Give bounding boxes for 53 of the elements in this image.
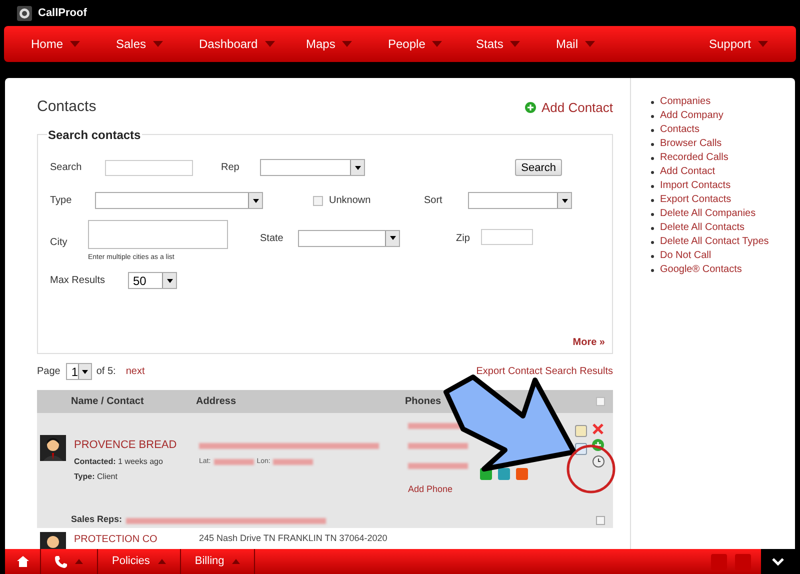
column-header: Name / Contact [71, 394, 145, 408]
field-label: Type [50, 194, 73, 208]
nav-menu[interactable]: Support [708, 35, 768, 53]
nav-menu[interactable]: People [388, 35, 476, 53]
sidebar-link[interactable]: Contacts [660, 123, 770, 137]
sidebar-link[interactable]: Browser Calls [660, 137, 770, 151]
type-text: Type: Client [74, 471, 118, 483]
search-button[interactable]: Search [515, 159, 562, 176]
sidebar-link[interactable]: Delete All Companies [660, 207, 770, 221]
field-label: Zip [456, 232, 471, 246]
nav-menu[interactable]: Home [31, 35, 116, 53]
nav-menu[interactable]: Mail [556, 35, 656, 53]
sidebar-link[interactable]: Google® Contacts [660, 263, 770, 277]
contact-name[interactable]: PROVENCE BREAD [74, 436, 199, 453]
field-label: State [260, 232, 284, 246]
sidebar-link[interactable]: Do Not Call [660, 249, 770, 263]
page-title: Contacts [37, 97, 96, 117]
column-header: Phones [405, 394, 442, 408]
nav-menu[interactable]: Dashboard [199, 35, 306, 53]
nav-menu[interactable]: Maps [306, 35, 388, 53]
footer-menu[interactable]: Billing [180, 549, 256, 574]
field-label: Max Results [50, 274, 106, 288]
dropdown[interactable]: 1 [66, 363, 92, 380]
field-label: Rep [221, 161, 240, 175]
field-label: Unknown [329, 194, 372, 208]
app-name: CallProof [38, 6, 87, 21]
sidebar-link[interactable]: Add Company [660, 109, 770, 123]
export-link[interactable]: Export Contact Search Results [476, 364, 613, 379]
field-label: Search [50, 161, 83, 175]
page-count: of 5: [96, 365, 116, 379]
dropdown[interactable]: 50 [128, 272, 177, 289]
sidebar-link[interactable]: Add Contact [660, 165, 770, 179]
footer-menu[interactable]: Policies [98, 549, 181, 574]
sidebar-link[interactable]: Export Contacts [660, 193, 770, 207]
address-text: 245 Nash Drive TN FRANKLIN TN 37064-2020 [199, 532, 388, 544]
add-contact-link[interactable]: Add Contact [525, 98, 613, 117]
nav-menu[interactable]: Sales [116, 35, 199, 53]
sidebar-link[interactable]: Recorded Calls [660, 151, 770, 165]
add-phone-link[interactable]: Add Phone [408, 482, 468, 496]
nav-menu[interactable]: Stats [476, 35, 556, 53]
sales-reps-label: Sales Reps: [71, 513, 122, 526]
column-header: Address [196, 394, 238, 408]
sidebar-link[interactable]: Import Contacts [660, 179, 770, 193]
page-label: Page [37, 365, 60, 379]
contact-name[interactable]: PROTECTION CO [74, 532, 199, 546]
sidebar-link[interactable]: Delete All Contact Types [660, 235, 770, 249]
next-link[interactable]: next [126, 364, 145, 379]
field-label: City [50, 236, 68, 250]
sidebar-link[interactable]: Companies [660, 95, 770, 109]
field-label: Sort [424, 194, 444, 208]
sidebar-link[interactable]: Delete All Contacts [660, 221, 770, 235]
more-link[interactable]: More » [572, 334, 605, 350]
contacted-text: Contacted: 1 weeks ago [74, 456, 164, 468]
